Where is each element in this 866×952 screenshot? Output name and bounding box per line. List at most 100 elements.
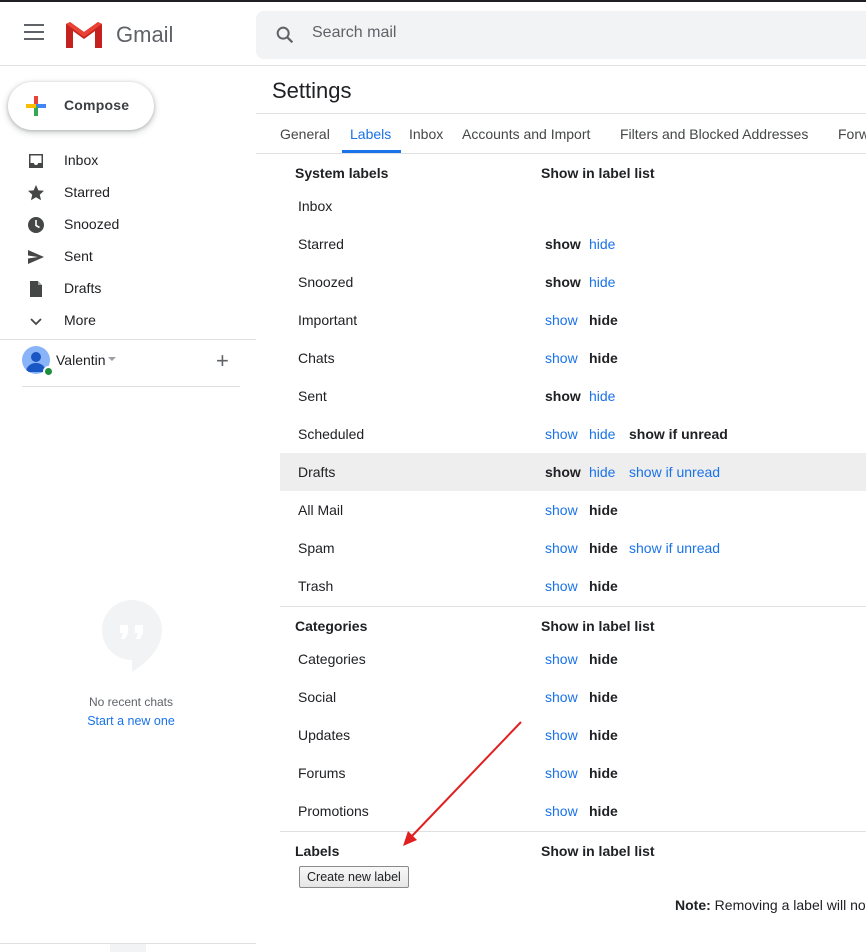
sidebar-item-sent[interactable]: Sent <box>0 241 256 273</box>
tab-accounts-and-import[interactable]: Accounts and Import <box>462 126 590 142</box>
note-label: Note: <box>675 897 711 913</box>
tab-forwarding[interactable]: Forw <box>838 126 866 142</box>
labels-header: Labels Show in label list <box>280 843 866 867</box>
section-heading: Labels <box>295 843 340 859</box>
sidebar-item-label: Snoozed <box>64 216 120 232</box>
title-divider <box>256 113 866 114</box>
section-divider <box>280 606 866 607</box>
show-option[interactable]: show <box>545 350 578 366</box>
label-name: Trash <box>298 578 334 594</box>
label-name: Categories <box>298 651 366 667</box>
user-divider <box>22 386 240 387</box>
show-option[interactable]: show <box>545 312 578 328</box>
show-option[interactable]: show <box>545 540 578 556</box>
sidebar-item-snoozed[interactable]: Snoozed <box>0 209 256 241</box>
sidebar-item-drafts[interactable]: Drafts <box>0 273 256 305</box>
sidebar-item-more[interactable]: More <box>0 305 256 337</box>
hide-option: hide <box>589 651 618 667</box>
section-heading: Categories <box>295 618 368 634</box>
label-row: Trash show hide <box>280 567 866 605</box>
label-name: Forums <box>298 765 346 781</box>
sidebar-nav: Inbox Starred Snoozed Sent Drafts More <box>0 145 256 337</box>
hide-option: hide <box>589 540 618 556</box>
label-row: Important show hide <box>280 301 866 339</box>
show-option[interactable]: show <box>545 803 578 819</box>
label-name: Social <box>298 689 337 705</box>
plus-icon <box>26 96 46 116</box>
create-new-label-button[interactable]: Create new label <box>299 866 409 888</box>
app-name: Gmail <box>116 22 174 47</box>
hide-option[interactable]: hide <box>589 388 615 404</box>
section-divider <box>280 831 866 832</box>
hangouts-user[interactable]: Valentin + <box>22 346 242 378</box>
label-row: Scheduled show hide show if unread <box>280 415 866 453</box>
show-if-unread-option[interactable]: show if unread <box>629 540 720 556</box>
add-chat-icon[interactable]: + <box>216 348 229 374</box>
sidebar-item-starred[interactable]: Starred <box>0 177 256 209</box>
star-icon <box>28 185 44 201</box>
tabs-divider <box>256 153 866 154</box>
page-title: Settings <box>272 78 352 103</box>
sidebar-item-label: Starred <box>64 184 110 200</box>
show-option[interactable]: show <box>545 727 578 743</box>
show-option[interactable]: show <box>545 578 578 594</box>
show-option: show <box>545 236 581 252</box>
hide-option[interactable]: hide <box>589 464 615 480</box>
caret-down-icon[interactable] <box>108 357 116 361</box>
draft-icon <box>30 281 42 297</box>
sidebar-item-label: Inbox <box>64 152 99 168</box>
label-name: Inbox <box>298 198 333 214</box>
user-name: Valentin <box>56 352 106 368</box>
label-row: Snoozed show hide <box>280 263 866 301</box>
hide-option[interactable]: hide <box>589 236 615 252</box>
sidebar-divider <box>0 339 256 340</box>
hide-option[interactable]: hide <box>589 426 615 442</box>
sidebar-item-inbox[interactable]: Inbox <box>0 145 256 177</box>
hide-option[interactable]: hide <box>589 274 615 290</box>
show-if-unread-option[interactable]: show if unread <box>629 464 720 480</box>
hide-option: hide <box>589 689 618 705</box>
chat-tab[interactable] <box>110 944 146 952</box>
tab-inbox[interactable]: Inbox <box>409 126 443 142</box>
label-row: Spam show hide show if unread <box>280 529 866 567</box>
show-option[interactable]: show <box>545 651 578 667</box>
hide-option: hide <box>589 803 618 819</box>
note-text: Note: Removing a label will no <box>675 897 866 913</box>
chevron-down-icon <box>30 318 42 326</box>
system-labels-header: System labels Show in label list <box>280 165 866 189</box>
search-icon[interactable] <box>274 24 296 46</box>
hide-option: hide <box>589 578 618 594</box>
hide-option: hide <box>589 502 618 518</box>
label-row: Forums show hide <box>280 754 866 792</box>
column-heading: Show in label list <box>541 843 655 859</box>
online-status-dot <box>43 366 54 377</box>
column-heading: Show in label list <box>541 165 655 181</box>
show-option: show <box>545 464 581 480</box>
label-name: Chats <box>298 350 335 366</box>
main-menu-icon[interactable] <box>24 24 46 42</box>
search-input[interactable] <box>312 24 712 42</box>
label-name: Promotions <box>298 803 369 819</box>
show-option[interactable]: show <box>545 426 578 442</box>
label-name: Important <box>298 312 358 328</box>
compose-button[interactable]: Compose <box>8 82 154 130</box>
start-chat-link[interactable]: Start a new one <box>0 714 262 728</box>
label-name: Spam <box>298 540 335 556</box>
label-name: Starred <box>298 236 344 252</box>
label-row: Social show hide <box>280 678 866 716</box>
column-heading: Show in label list <box>541 618 655 634</box>
label-row: Chats show hide <box>280 339 866 377</box>
show-option[interactable]: show <box>545 502 578 518</box>
show-option[interactable]: show <box>545 689 578 705</box>
sidebar-item-label: Drafts <box>64 280 102 296</box>
tab-filters[interactable]: Filters and Blocked Addresses <box>620 126 808 142</box>
tab-general[interactable]: General <box>280 126 330 142</box>
hide-option: hide <box>589 727 618 743</box>
gmail-logo-icon[interactable] <box>64 18 104 50</box>
show-if-unread-option: show if unread <box>629 426 728 442</box>
show-option[interactable]: show <box>545 765 578 781</box>
tab-labels[interactable]: Labels <box>350 126 391 142</box>
header: Gmail <box>0 2 866 66</box>
hangouts-quote-icon <box>102 600 162 672</box>
label-row: Inbox <box>280 187 866 225</box>
